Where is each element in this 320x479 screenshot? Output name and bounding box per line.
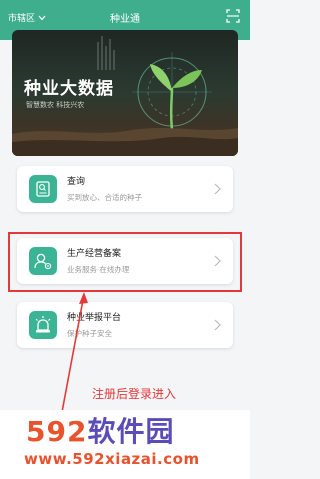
watermark-number: 592: [26, 415, 88, 448]
watermark-url: www.592xiazai.com: [24, 450, 200, 468]
annotation-text: 注册后登录进入: [92, 387, 177, 401]
annotation-arrow: [61, 292, 88, 413]
watermark-brand: 592软件园: [26, 410, 174, 450]
watermark-text: 软件园: [87, 415, 175, 448]
